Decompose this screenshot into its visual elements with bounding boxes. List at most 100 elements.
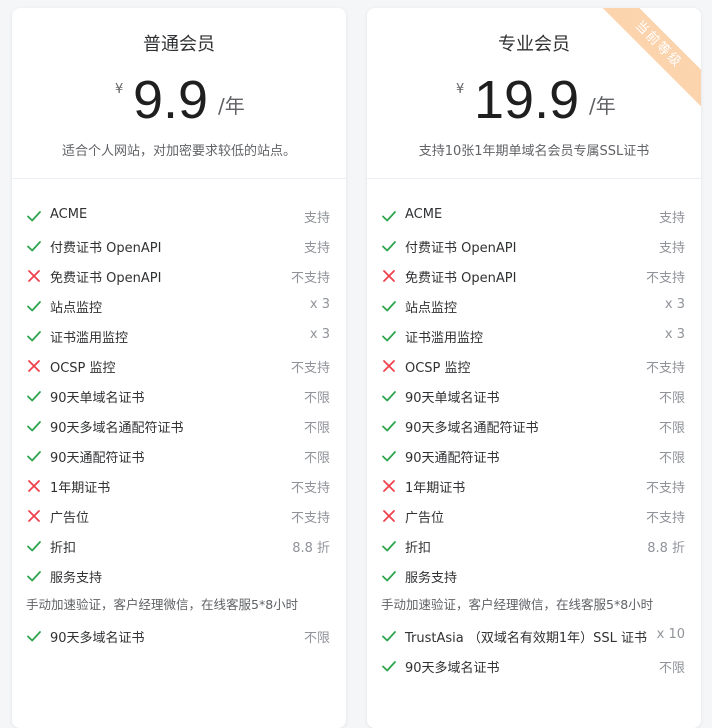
feature-row: 90天单域名证书 不限 [367, 386, 701, 408]
feature-value: 支持 [303, 241, 330, 256]
check-icon [27, 631, 41, 642]
feature-row: 90天通配符证书 不限 [367, 446, 701, 468]
feature-row: 广告位 不支持 [12, 506, 346, 528]
check-icon [382, 661, 396, 672]
check-icon [27, 391, 41, 402]
check-icon [382, 241, 396, 252]
feature-value: 不限 [658, 421, 685, 436]
plan-header: 专业会员 ¥ 19.9 /年 支持10张1年期单域名会员专属SSL证书 [367, 8, 701, 179]
feature-label: 广告位 [50, 511, 90, 526]
feature-value: 不限 [303, 391, 330, 406]
feature-label: 广告位 [405, 511, 445, 526]
feature-row: 服务支持 [367, 566, 701, 588]
feature-value: 支持 [658, 211, 685, 226]
check-icon [27, 211, 41, 222]
feature-row: 站点监控 x 3 [367, 296, 701, 318]
feature-value: 不支持 [290, 361, 330, 376]
feature-label: OCSP 监控 [405, 361, 471, 376]
feature-label: 90天多域名通配符证书 [50, 421, 184, 436]
check-icon [382, 571, 396, 582]
price-amount: 9.9 [133, 70, 209, 130]
feature-label: 90天多域名通配符证书 [405, 421, 539, 436]
feature-label: 90天单域名证书 [405, 391, 500, 406]
feature-row: 服务支持 [12, 566, 346, 588]
feature-label: 站点监控 [405, 301, 458, 316]
cross-icon [28, 510, 40, 522]
feature-value: x 3 [309, 297, 330, 312]
feature-label: 免费证书 OpenAPI [405, 271, 517, 286]
cross-icon [28, 480, 40, 492]
cross-icon [383, 510, 395, 522]
feature-label: 折扣 [50, 541, 77, 556]
service-note: 手动加速验证，客户经理微信，在线客服5*8小时 [381, 597, 654, 612]
cross-icon [383, 270, 395, 282]
feature-value: 不限 [303, 631, 330, 646]
feature-label: 服务支持 [50, 571, 103, 586]
feature-label: OCSP 监控 [50, 361, 116, 376]
check-icon [382, 331, 396, 342]
feature-label: 证书滥用监控 [50, 331, 129, 346]
feature-label: 证书滥用监控 [405, 331, 484, 346]
price-amount: 19.9 [474, 70, 580, 130]
currency-symbol: ¥ [115, 82, 124, 97]
plan-card-pro: 当前等级 专业会员 ¥ 19.9 /年 支持10张1年期单域名会员专属SSL证书… [367, 8, 701, 728]
feature-row: 90天多域名通配符证书 不限 [367, 416, 701, 438]
feature-value: 不支持 [645, 511, 685, 526]
feature-label: 免费证书 OpenAPI [50, 271, 162, 286]
feature-row: 90天单域名证书 不限 [12, 386, 346, 408]
check-icon [27, 451, 41, 462]
service-note: 手动加速验证，客户经理微信，在线客服5*8小时 [26, 597, 299, 612]
plan-header: 普通会员 ¥ 9.9 /年 适合个人网站，对加密要求较低的站点。 [12, 8, 346, 179]
check-icon [27, 541, 41, 552]
feature-value: 不限 [303, 421, 330, 436]
price-row: ¥ 19.9 /年 [367, 68, 701, 132]
plan-name: 普通会员 [143, 34, 215, 55]
feature-label: ACME [50, 207, 88, 222]
feature-row: 证书滥用监控 x 3 [367, 326, 701, 348]
feature-row: ACME 支持 [12, 206, 346, 228]
feature-label: TrustAsia （双域名有效期1年）SSL 证书 [405, 631, 648, 646]
feature-value: x 10 [656, 627, 685, 642]
feature-value: x 3 [664, 297, 685, 312]
feature-label: 90天通配符证书 [50, 451, 145, 466]
feature-row: OCSP 监控 不支持 [367, 356, 701, 378]
feature-label: 1年期证书 [405, 481, 466, 496]
check-icon [27, 571, 41, 582]
plan-description: 适合个人网站，对加密要求较低的站点。 [61, 144, 296, 159]
check-icon [382, 211, 396, 222]
cross-icon [383, 480, 395, 492]
feature-label: 折扣 [405, 541, 432, 556]
check-icon [27, 241, 41, 252]
plan-description: 支持10张1年期单域名会员专属SSL证书 [418, 144, 650, 159]
cross-icon [28, 270, 40, 282]
feature-value: 8.8 折 [647, 541, 685, 556]
feature-value: 不支持 [645, 271, 685, 286]
feature-value: 8.8 折 [292, 541, 330, 556]
feature-value: 不支持 [290, 511, 330, 526]
feature-value: 不限 [303, 451, 330, 466]
feature-label: 服务支持 [405, 571, 458, 586]
feature-row: 90天通配符证书 不限 [12, 446, 346, 468]
feature-row: 1年期证书 不支持 [12, 476, 346, 498]
feature-value: 不支持 [290, 271, 330, 286]
feature-value: 支持 [303, 211, 330, 226]
feature-row: ACME 支持 [367, 206, 701, 228]
feature-value: x 3 [664, 327, 685, 342]
feature-label: 付费证书 OpenAPI [405, 241, 517, 256]
feature-value: 不支持 [645, 361, 685, 376]
check-icon [27, 421, 41, 432]
plan-card-basic: 普通会员 ¥ 9.9 /年 适合个人网站，对加密要求较低的站点。 ACME 支持付… [12, 8, 346, 728]
feature-row: 广告位 不支持 [367, 506, 701, 528]
feature-label: 90天多域名证书 [50, 631, 145, 646]
price-unit: /年 [218, 94, 245, 118]
check-icon [27, 331, 41, 342]
feature-value: 不支持 [290, 481, 330, 496]
feature-label: 付费证书 OpenAPI [50, 241, 162, 256]
feature-value: 不限 [658, 391, 685, 406]
feature-label: 90天通配符证书 [405, 451, 500, 466]
feature-row: 90天多域名证书 不限 [367, 656, 701, 678]
check-icon [382, 541, 396, 552]
feature-row: 90天多域名证书 不限 [12, 626, 346, 648]
check-icon [382, 421, 396, 432]
feature-value: x 3 [309, 327, 330, 342]
